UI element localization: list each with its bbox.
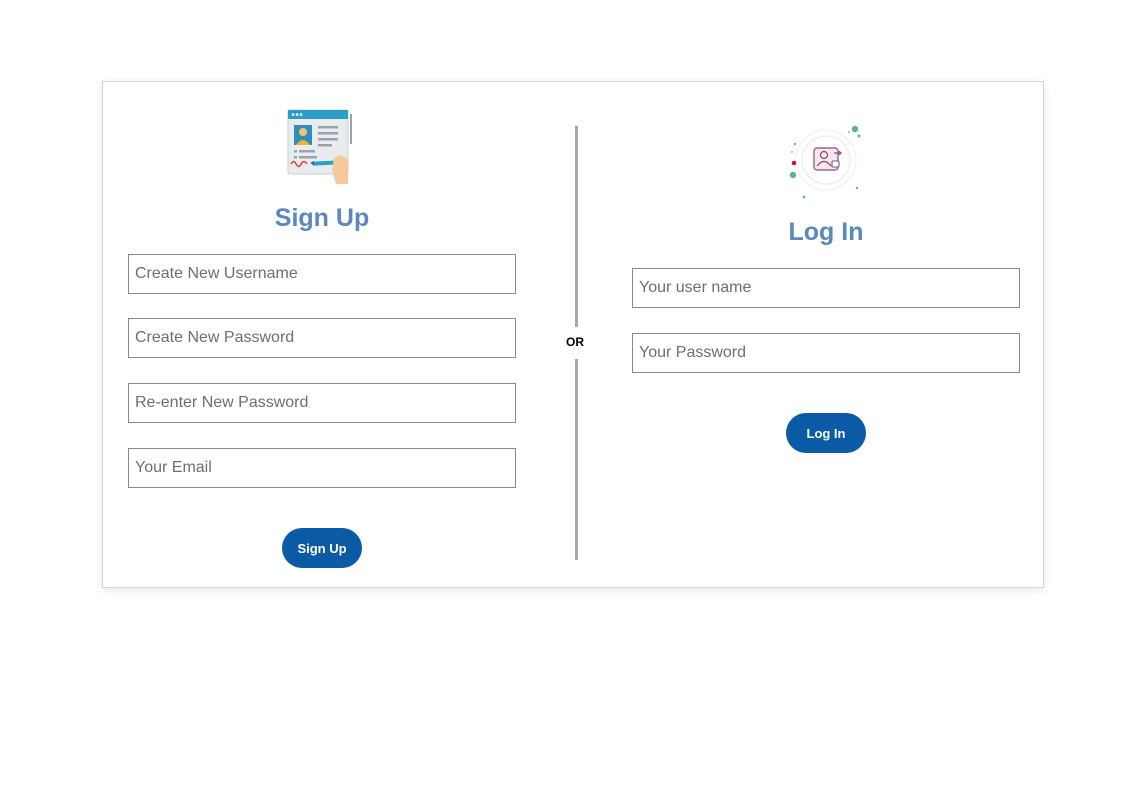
signup-title: Sign Up (274, 204, 370, 232)
auth-card: Sign Up Sign Up OR (102, 81, 1044, 588)
email-input[interactable] (128, 448, 516, 488)
or-label: OR (566, 335, 584, 349)
user-login-icon (789, 122, 863, 202)
login-panel: Log In Log In (632, 82, 1020, 587)
signup-panel: Sign Up Sign Up (128, 82, 516, 587)
new-username-input[interactable] (128, 254, 516, 294)
divider-line-bottom (575, 359, 578, 560)
login-button[interactable]: Log In (786, 413, 866, 453)
new-password-input[interactable] (128, 318, 516, 358)
login-title: Log In (788, 218, 864, 246)
registration-form-icon (286, 108, 358, 186)
reenter-password-input[interactable] (128, 383, 516, 423)
signup-button[interactable]: Sign Up (282, 528, 362, 568)
username-input[interactable] (632, 268, 1020, 308)
divider-line-top (575, 126, 578, 327)
password-input[interactable] (632, 333, 1020, 373)
